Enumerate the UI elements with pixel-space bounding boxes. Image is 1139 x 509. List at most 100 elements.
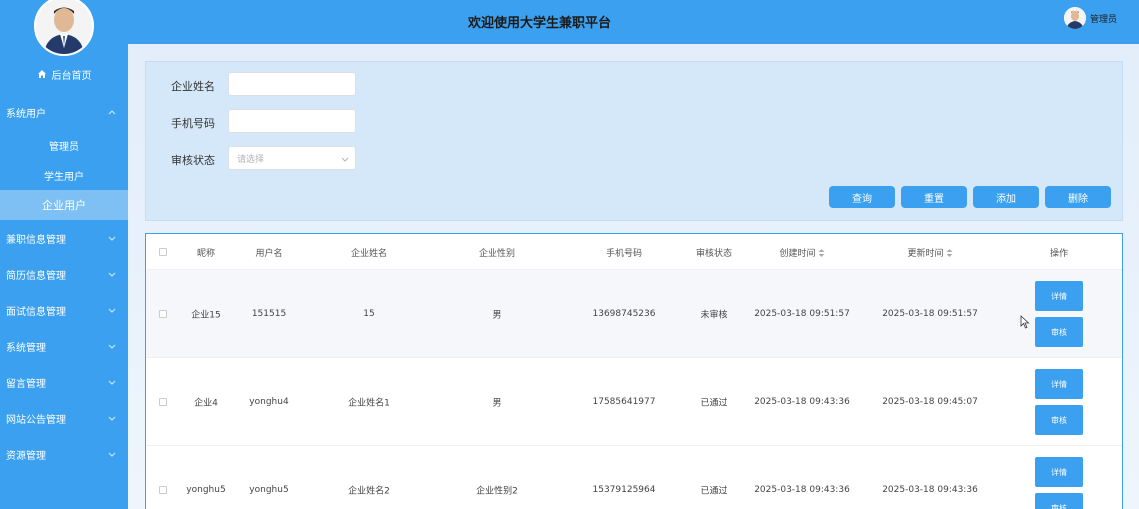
- sidebar-item-label: 资源管理: [6, 450, 46, 462]
- sort-icon: [818, 248, 825, 257]
- cell-nickname: 企业4: [194, 398, 218, 409]
- cell-nickname: 企业15: [191, 310, 221, 321]
- sidebar-subitem-student-users[interactable]: 学生用户: [0, 160, 128, 190]
- phone-input[interactable]: [228, 109, 356, 133]
- cell-status: 已通过: [700, 486, 728, 497]
- sidebar-item-messages[interactable]: 留言管理: [0, 364, 128, 400]
- column-header-created-sortable[interactable]: 创建时间: [779, 246, 825, 259]
- column-header: 手机号码: [605, 249, 643, 259]
- detail-button[interactable]: 详情: [1035, 281, 1083, 311]
- home-icon: [37, 70, 46, 78]
- detail-button[interactable]: 详情: [1035, 457, 1083, 487]
- sidebar-item-job-info[interactable]: 兼职信息管理: [0, 220, 128, 256]
- chevron-down-icon: [108, 452, 116, 457]
- audit-status-placeholder: 请选择: [237, 154, 265, 165]
- cell-gender: 企业性别2: [476, 486, 518, 497]
- cell-status: 已通过: [700, 398, 728, 409]
- column-header-label: 更新时间: [907, 249, 944, 259]
- page-title: 欢迎使用大学生兼职平台: [467, 16, 611, 31]
- column-header: 企业性别: [478, 249, 516, 259]
- table-row: yonghu5 yonghu5 企业姓名2 企业性别2 15379125964 …: [146, 445, 1122, 509]
- audit-button[interactable]: 审核: [1035, 493, 1083, 509]
- search-panel: 企业姓名 手机号码 审核状态 请选择 查询 重置 添加 删除: [145, 61, 1123, 221]
- cell-username: yonghu5: [249, 485, 289, 495]
- sidebar-item-interview-info[interactable]: 面试信息管理: [0, 292, 128, 328]
- sidebar-item-label: 系统用户: [6, 108, 46, 120]
- mouse-cursor-icon: [1020, 315, 1030, 329]
- chevron-down-icon: [108, 380, 116, 385]
- cell-gender: 男: [492, 310, 502, 321]
- audit-button[interactable]: 审核: [1035, 405, 1083, 435]
- chevron-down-icon: [108, 416, 116, 421]
- select-all-checkbox[interactable]: [159, 248, 167, 256]
- cell-username: yonghu4: [249, 397, 289, 407]
- column-header: 用户名: [255, 249, 283, 259]
- chevron-down-icon: [108, 236, 116, 241]
- reset-button[interactable]: 重置: [901, 186, 967, 208]
- cell-phone: 15379125964: [592, 485, 656, 495]
- cell-gender: 男: [492, 398, 502, 409]
- cell-company-name: 企业姓名2: [348, 486, 390, 497]
- delete-button[interactable]: 删除: [1045, 186, 1111, 208]
- row-checkbox[interactable]: [159, 398, 167, 406]
- chevron-down-icon: [108, 344, 116, 349]
- phone-label: 手机号码: [171, 117, 215, 130]
- sidebar-item-label: 面试信息管理: [6, 306, 66, 318]
- admin-avatar: [34, 0, 94, 56]
- cell-nickname: yonghu5: [186, 485, 226, 495]
- sidebar-item-label: 留言管理: [6, 378, 46, 390]
- chevron-down-icon: [341, 157, 349, 162]
- avatar: [1063, 7, 1086, 29]
- add-button[interactable]: 添加: [973, 186, 1039, 208]
- audit-button[interactable]: 审核: [1035, 317, 1083, 347]
- top-header: 欢迎使用大学生兼职平台 管理员: [128, 0, 1139, 44]
- sidebar-item-system-management[interactable]: 系统管理: [0, 328, 128, 364]
- sidebar-subitem-enterprise-users[interactable]: 企业用户: [0, 190, 128, 220]
- user-name: 管理员: [1089, 14, 1117, 25]
- sidebar: 后台首页 系统用户 管理员 学生用户 企业用户 兼职信息管理 简历信息管理 面试…: [0, 0, 128, 509]
- chevron-up-icon: [108, 110, 116, 115]
- column-header: 审核状态: [695, 249, 733, 259]
- cell-company-name: 企业姓名1: [348, 398, 390, 409]
- sidebar-item-resume-info[interactable]: 简历信息管理: [0, 256, 128, 292]
- user-menu[interactable]: 管理员: [1063, 7, 1117, 29]
- cell-created: 2025-03-18 09:43:36: [754, 485, 850, 495]
- row-checkbox[interactable]: [159, 486, 167, 494]
- sidebar-item-announcements[interactable]: 网站公告管理: [0, 400, 128, 436]
- sidebar-home-label: 后台首页: [51, 70, 92, 82]
- chevron-down-icon: [108, 308, 116, 313]
- sidebar-item-resources[interactable]: 资源管理: [0, 436, 128, 472]
- cell-created: 2025-03-18 09:43:36: [754, 397, 850, 407]
- audit-status-label: 审核状态: [171, 154, 215, 167]
- cell-company-name: 15: [363, 309, 375, 319]
- column-header-label: 创建时间: [779, 249, 816, 259]
- sidebar-subitem-admin[interactable]: 管理员: [0, 130, 128, 160]
- sidebar-item-label: 系统管理: [6, 342, 46, 354]
- row-checkbox[interactable]: [159, 310, 167, 318]
- detail-button[interactable]: 详情: [1035, 369, 1083, 399]
- cell-updated: 2025-03-18 09:51:57: [882, 309, 978, 319]
- cell-phone: 13698745236: [592, 309, 656, 319]
- column-header: 操作: [1049, 249, 1069, 259]
- column-header: 企业姓名: [350, 249, 388, 259]
- chevron-down-icon: [108, 272, 116, 277]
- cell-created: 2025-03-18 09:51:57: [754, 309, 850, 319]
- table-row: 企业15 151515 15 男 13698745236 未审核 2025-03…: [146, 269, 1122, 357]
- cell-phone: 17585641977: [592, 397, 656, 407]
- cell-status: 未审核: [700, 310, 728, 321]
- sidebar-item-label: 简历信息管理: [6, 270, 66, 282]
- data-table: 昵称 用户名 企业姓名 企业性别 手机号码 审核状态 创建时间 更新时间 操作 …: [145, 233, 1123, 509]
- sidebar-item-label: 网站公告管理: [6, 414, 66, 426]
- cell-updated: 2025-03-18 09:45:07: [882, 397, 978, 407]
- sidebar-item-label: 兼职信息管理: [6, 234, 66, 246]
- cell-username: 151515: [251, 309, 287, 319]
- company-name-input[interactable]: [228, 72, 356, 96]
- sidebar-item-home[interactable]: 后台首页: [0, 60, 128, 88]
- search-button[interactable]: 查询: [829, 186, 895, 208]
- company-name-label: 企业姓名: [171, 80, 215, 93]
- column-header-updated-sortable[interactable]: 更新时间: [907, 246, 953, 259]
- audit-status-select[interactable]: 请选择: [228, 146, 356, 170]
- table-row: 企业4 yonghu4 企业姓名1 男 17585641977 已通过 2025…: [146, 357, 1122, 445]
- sidebar-item-system-users[interactable]: 系统用户: [0, 94, 128, 130]
- sort-icon: [946, 248, 953, 257]
